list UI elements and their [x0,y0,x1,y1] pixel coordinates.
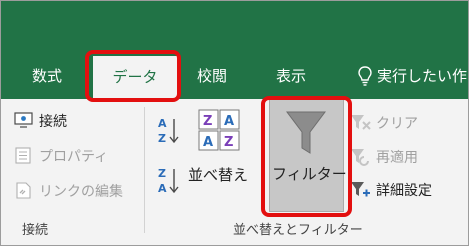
tab-review[interactable]: 校閲 [197,66,227,86]
sort-dialog-letter-z-top: Z [203,114,212,129]
sort-dialog-letter-a-top: A [224,114,234,129]
sort-descending-icon[interactable]: Z A [157,165,181,199]
reapply-icon [350,147,372,171]
clear-button[interactable]: クリア [376,115,418,133]
sort-asc-letter-z: Z [158,132,166,145]
tab-formulas[interactable]: 数式 [32,66,62,86]
advanced-filter-icon [350,180,372,204]
filter-button-highlight [261,96,352,217]
sort-desc-letter-a: A [158,182,167,195]
sort-desc-letter-z: Z [158,167,166,180]
sort-filter-group-label: 並べ替えとフィルター [233,223,363,238]
sort-dialog-icon[interactable]: Z A A Z [198,109,240,155]
sort-button[interactable]: 並べ替え [188,166,248,184]
properties-icon [14,147,33,168]
reapply-button[interactable]: 再適用 [376,149,418,167]
sort-ascending-icon[interactable]: A Z [157,115,181,149]
edit-links-icon [14,182,33,203]
connections-icon [14,112,33,133]
advanced-button[interactable]: 詳細設定 [376,182,432,200]
clear-filter-icon [350,113,372,137]
connections-group-label: 接続 [22,223,49,238]
lightbulb-icon[interactable] [358,66,372,90]
connections-button[interactable]: 接続 [39,113,67,131]
tell-me-search[interactable]: 実行したい作 [377,66,467,86]
sort-dialog-letter-z-bottom: Z [224,135,233,150]
group-divider [144,107,145,233]
data-tab-highlight [85,50,181,102]
edit-links-button[interactable]: リンクの編集 [39,183,123,201]
sort-dialog-letter-a-bottom: A [203,135,213,150]
tab-view[interactable]: 表示 [276,66,306,86]
sort-asc-letter-a: A [158,117,167,130]
properties-button[interactable]: プロパティ [39,148,108,166]
